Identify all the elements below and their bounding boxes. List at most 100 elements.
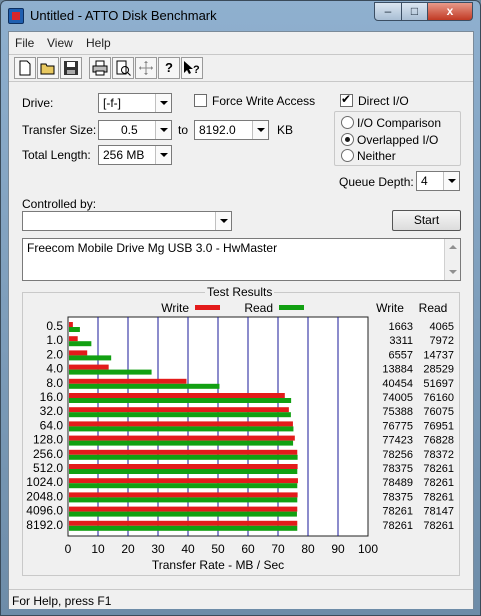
value-write-0.5: 1663 [389, 321, 413, 333]
value-read-0.5: 4065 [430, 321, 454, 333]
bar-read-256.0 [69, 454, 298, 460]
value-read-4096.0: 78147 [423, 506, 454, 518]
transfer-size-to-select[interactable]: 8192.0 [194, 120, 269, 140]
open-folder-icon[interactable] [37, 57, 59, 79]
y-tick-label-4096.0: 4096.0 [26, 504, 63, 518]
drive-select[interactable]: [-f-] [98, 93, 172, 113]
legend-read-swatch [279, 305, 304, 310]
value-read-128.0: 76828 [423, 435, 454, 447]
direct-io-checkbox[interactable] [340, 92, 353, 107]
direct-io-label: Direct I/O [358, 94, 409, 108]
value-write-2048.0: 78375 [382, 491, 413, 503]
start-button[interactable]: Start [392, 210, 461, 231]
chevron-down-icon[interactable] [215, 212, 231, 230]
drive-label: Drive: [22, 96, 54, 110]
scroll-up-icon[interactable] [449, 245, 457, 249]
chevron-down-icon[interactable] [443, 172, 459, 190]
save-icon[interactable] [60, 57, 82, 79]
bar-read-8.0 [69, 383, 220, 389]
value-write-4.0: 13884 [382, 364, 413, 376]
x-tick-label-70: 70 [271, 542, 285, 556]
description-scrollbar[interactable] [444, 239, 460, 280]
y-tick-label-4.0: 4.0 [46, 362, 63, 376]
queue-depth-select[interactable]: 4 [416, 171, 460, 191]
menu-file[interactable]: File [15, 36, 34, 50]
radio-neither[interactable] [341, 149, 354, 162]
transfer-size-from-value: 0.5 [121, 123, 138, 137]
x-tick-label-10: 10 [91, 542, 105, 556]
scroll-down-icon[interactable] [449, 270, 457, 274]
y-tick-label-512.0: 512.0 [33, 461, 63, 475]
value-write-1024.0: 78489 [382, 477, 413, 489]
value-read-8192.0: 78261 [423, 520, 454, 532]
maximize-button[interactable]: □ [401, 2, 428, 21]
chevron-down-icon[interactable] [155, 94, 171, 112]
radio-io-comparison[interactable] [341, 116, 354, 129]
print-icon[interactable] [89, 57, 111, 79]
value-read-64.0: 76951 [423, 420, 454, 432]
chevron-down-icon[interactable] [155, 146, 171, 164]
print-preview-icon[interactable] [112, 57, 134, 79]
bar-read-1024.0 [69, 483, 298, 489]
x-tick-label-80: 80 [301, 542, 315, 556]
app-icon [8, 8, 24, 24]
y-tick-label-1.0: 1.0 [46, 333, 63, 347]
queue-depth-value: 4 [421, 174, 428, 188]
test-results-group: Test Results Write Read Write Read 0 10 20 30 40… [22, 285, 460, 576]
force-write-access-checkbox[interactable] [194, 94, 207, 107]
move-icon[interactable] [135, 57, 157, 79]
new-document-icon[interactable] [14, 57, 36, 79]
transfer-size-to-value: 8192.0 [199, 123, 236, 137]
x-tick-label-40: 40 [181, 542, 195, 556]
menu-help[interactable]: Help [86, 36, 111, 50]
bar-write-8.0 [69, 378, 187, 384]
bar-write-16.0 [69, 393, 285, 398]
bar-read-512.0 [69, 469, 298, 474]
value-read-32.0: 76075 [423, 406, 454, 418]
description-textarea[interactable]: Freecom Mobile Drive Mg USB 3.0 - HwMast… [22, 238, 461, 281]
bar-write-4096.0 [69, 506, 298, 512]
bar-read-32.0 [69, 412, 291, 418]
context-help-icon[interactable]: ? [181, 57, 203, 79]
bar-read-64.0 [69, 426, 294, 432]
radio-overlapped-io[interactable] [341, 133, 354, 146]
value-write-8192.0: 78261 [382, 520, 413, 532]
value-read-1.0: 7972 [430, 335, 454, 347]
bar-write-32.0 [69, 407, 289, 413]
help-icon[interactable]: ? [158, 57, 180, 79]
bar-write-2.0 [69, 350, 88, 356]
value-write-128.0: 77423 [382, 435, 413, 447]
value-read-2048.0: 78261 [423, 491, 454, 503]
title-bar[interactable]: Untitled - ATTO Disk Benchmark – □ x [1, 1, 480, 31]
value-read-512.0: 78261 [423, 463, 454, 475]
results-chart: Write Read Write Read 0 10 20 30 40 50 60 70 80 90 100… [26, 301, 454, 572]
menu-view[interactable]: View [47, 36, 73, 50]
test-results-title: Test Results [205, 285, 275, 299]
description-text: Freecom Mobile Drive Mg USB 3.0 - HwMast… [27, 241, 278, 255]
x-tick-label-90: 90 [331, 542, 345, 556]
controlled-by-select[interactable] [22, 211, 232, 231]
total-length-select[interactable]: 256 MB [98, 145, 172, 165]
y-tick-label-256.0: 256.0 [33, 447, 63, 461]
bar-read-1.0 [69, 341, 92, 347]
controlled-by-label: Controlled by: [22, 197, 97, 211]
x-tick-label-20: 20 [121, 542, 135, 556]
overlapped-io-label: Overlapped I/O [357, 133, 439, 147]
x-axis-label: Transfer Rate - MB / Sec [152, 558, 284, 572]
x-tick-label-60: 60 [241, 542, 255, 556]
value-read-16.0: 76160 [423, 392, 454, 404]
close-button[interactable]: x [427, 2, 473, 21]
transfer-size-from-select[interactable]: 0.5 [98, 120, 172, 140]
value-write-64.0: 76775 [382, 420, 413, 432]
bar-read-2048.0 [69, 497, 298, 503]
bar-read-128.0 [69, 440, 294, 446]
chevron-down-icon[interactable] [155, 121, 171, 139]
minimize-button[interactable]: – [374, 2, 402, 21]
bar-read-8192.0 [69, 525, 298, 531]
chevron-down-icon[interactable] [252, 121, 268, 139]
drive-value: [-f-] [103, 96, 121, 110]
total-length-label: Total Length: [22, 148, 91, 162]
column-header-read: Read [419, 301, 448, 315]
value-read-8.0: 51697 [423, 378, 454, 390]
transfer-size-label: Transfer Size: [22, 123, 97, 137]
